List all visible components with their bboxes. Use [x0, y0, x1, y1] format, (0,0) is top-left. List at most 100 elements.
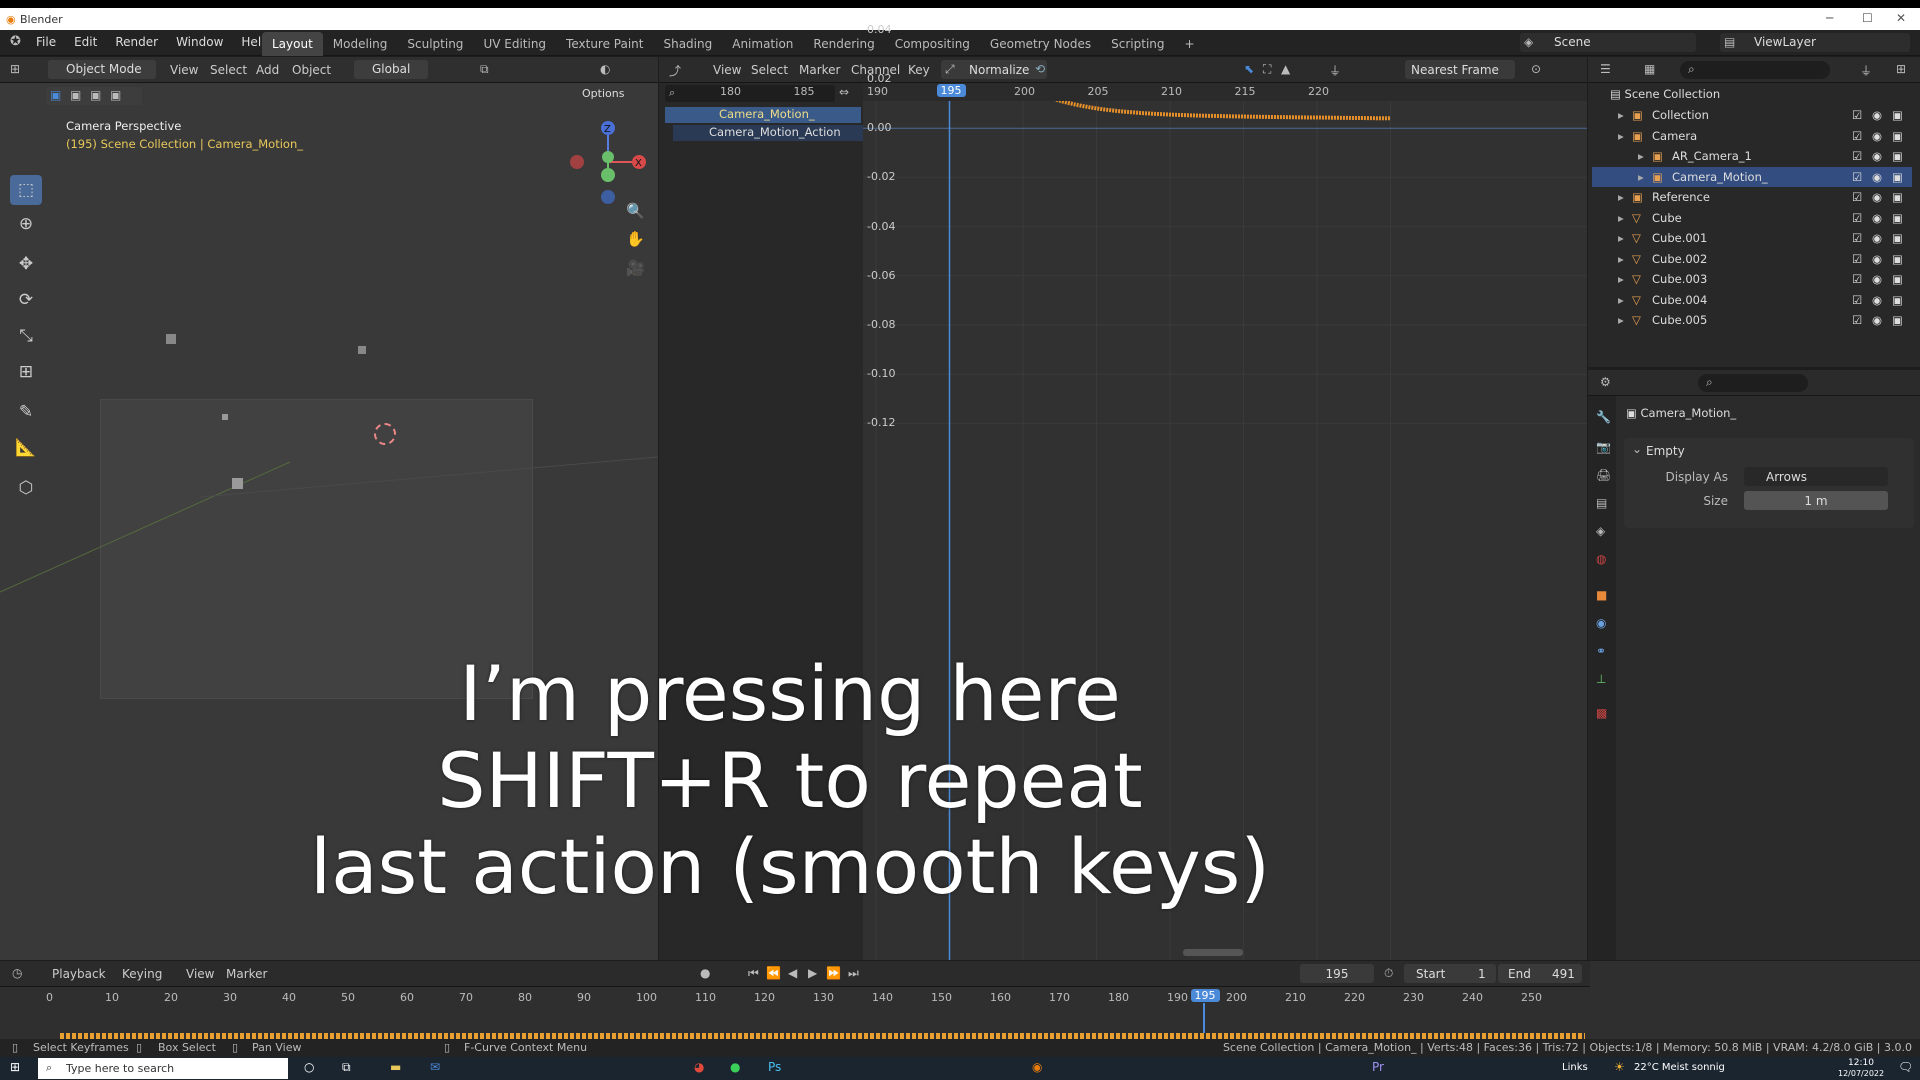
outliner-item[interactable]: ▸ ▽ Cube.001 ☑ ◉ ▣	[1592, 228, 1912, 248]
visibility-eye-icon[interactable]: ◉	[1872, 211, 1892, 225]
outliner-item[interactable]: ▸ ▽ Cube.004 ☑ ◉ ▣	[1592, 290, 1912, 310]
empty-panel-title[interactable]: Empty	[1646, 444, 1685, 458]
graph-menu-select[interactable]: Select	[751, 63, 788, 77]
clock-time[interactable]: 12:10	[1848, 1058, 1874, 1068]
outliner-type-icon[interactable]: ☰	[1600, 62, 1611, 76]
cortana-icon[interactable]: ○	[304, 1060, 314, 1074]
timeline-menu-marker[interactable]: Marker	[226, 967, 267, 981]
new-collection-icon[interactable]: ⊞	[1896, 62, 1906, 76]
outliner-search-input[interactable]: ⌕	[1680, 61, 1830, 79]
zoom-icon[interactable]: 🔍	[626, 202, 645, 220]
display-mode-icon[interactable]: ▦	[1644, 62, 1655, 76]
outliner-item[interactable]: ▸ ▽ Cube.005 ☑ ◉ ▣	[1592, 310, 1912, 330]
timeline-menu-view[interactable]: View	[186, 967, 214, 981]
visibility-eye-icon[interactable]: ◉	[1872, 129, 1892, 143]
jump-end-icon[interactable]: ⏭	[848, 966, 859, 981]
visibility-eye-icon[interactable]: ◉	[1872, 149, 1892, 163]
exclude-checkbox[interactable]: ☑	[1852, 252, 1872, 266]
exclude-checkbox[interactable]: ☑	[1852, 211, 1872, 225]
render-camera-icon[interactable]: ▣	[1892, 313, 1912, 327]
timeline-menu-keying[interactable]: Keying	[122, 967, 162, 981]
pivot-icon[interactable]: ⛶	[1263, 62, 1271, 77]
graph-editor-type-icon[interactable]: ⤴	[669, 62, 681, 79]
play-icon[interactable]: ▶	[808, 966, 817, 980]
transform-orientation-select[interactable]: Global	[354, 60, 428, 79]
timeline-menu-playback[interactable]: Playback	[52, 967, 106, 981]
outliner-item[interactable]: ▸ ▽ Cube.002 ☑ ◉ ▣	[1592, 249, 1912, 269]
tab-sculpting[interactable]: Sculpting	[397, 32, 473, 56]
size-field[interactable]: 1 m	[1744, 491, 1888, 510]
chrome-icon[interactable]: ◕	[694, 1060, 704, 1074]
render-camera-icon[interactable]: ▣	[1892, 211, 1912, 225]
file-explorer-icon[interactable]: ▬	[390, 1060, 401, 1074]
play-reverse-icon[interactable]: ◀	[788, 966, 797, 980]
exclude-checkbox[interactable]: ☑	[1852, 293, 1872, 307]
minimize-button[interactable]: ─	[1826, 11, 1833, 25]
start-frame-field[interactable]: Start 1	[1404, 964, 1496, 983]
display-as-select[interactable]: Arrows	[1744, 467, 1888, 486]
render-camera-icon[interactable]: ▣	[1892, 108, 1912, 122]
graph-menu-marker[interactable]: Marker	[799, 63, 840, 77]
world-tab-icon[interactable]: ◍	[1596, 552, 1606, 566]
outliner-item[interactable]: ▸ ▽ Cube.003 ☑ ◉ ▣	[1592, 269, 1912, 289]
cursor-select-icon[interactable]: ⬉	[1244, 62, 1254, 76]
visibility-eye-icon[interactable]: ◉	[1872, 252, 1892, 266]
outliner-item[interactable]: ▸ ▣ Camera ☑ ◉ ▣	[1592, 126, 1912, 146]
outliner-item[interactable]: ▸ ▣ Collection ☑ ◉ ▣	[1592, 105, 1912, 125]
timeline[interactable]: ◷ Playback Keying View Marker ● ⏮ ⏪ ◀ ▶ …	[0, 961, 1920, 1040]
view-layer-tab-icon[interactable]: ▤	[1596, 496, 1607, 510]
visibility-eye-icon[interactable]: ◉	[1872, 108, 1892, 122]
render-camera-icon[interactable]: ▣	[1892, 293, 1912, 307]
outlook-icon[interactable]: ✉	[430, 1060, 440, 1074]
weather-text[interactable]: 22°C Meist sonnig	[1634, 1062, 1725, 1073]
visibility-eye-icon[interactable]: ◉	[1872, 272, 1892, 286]
exclude-checkbox[interactable]: ☑	[1852, 313, 1872, 327]
current-frame-field[interactable]: 195	[1300, 964, 1374, 983]
scale-tool-icon[interactable]: ⤡	[10, 321, 42, 351]
tool-tab-icon[interactable]: 🔧	[1596, 410, 1611, 424]
menu-render[interactable]: Render	[115, 35, 158, 49]
current-frame-badge[interactable]: 195	[936, 84, 966, 97]
expand-arrow-icon[interactable]: ▸	[1638, 149, 1652, 163]
snap-mode-select[interactable]: Nearest Frame	[1405, 60, 1515, 79]
expand-arrow-icon[interactable]: ▸	[1618, 190, 1632, 204]
select-invert-icon[interactable]: ▣	[110, 88, 121, 102]
next-key-icon[interactable]: ⏩	[826, 966, 841, 980]
exclude-checkbox[interactable]: ☑	[1852, 231, 1872, 245]
notification-icon[interactable]: 🗨	[1898, 1060, 1913, 1074]
graph-menu-view[interactable]: View	[713, 63, 741, 77]
scene-tab-icon[interactable]: ◈	[1596, 524, 1605, 538]
tab-animation[interactable]: Animation	[722, 32, 803, 56]
jump-start-icon[interactable]: ⏮	[748, 966, 759, 981]
premiere-icon[interactable]: Pr	[1372, 1060, 1384, 1074]
select-extend-icon[interactable]: ▣	[70, 88, 81, 102]
constraints-tab-icon[interactable]: ⚭	[1596, 644, 1606, 658]
tab-compositing[interactable]: Compositing	[885, 32, 980, 56]
scene-selector[interactable]: ◈ Scene	[1520, 33, 1696, 52]
exclude-checkbox[interactable]: ☑	[1852, 190, 1872, 204]
visibility-eye-icon[interactable]: ◉	[1872, 231, 1892, 245]
render-camera-icon[interactable]: ▣	[1892, 190, 1912, 204]
texture-tab-icon[interactable]: ▩	[1596, 706, 1607, 720]
tab-texture-paint[interactable]: Texture Paint	[556, 32, 653, 56]
record-icon[interactable]: ●	[700, 966, 710, 980]
exclude-checkbox[interactable]: ☑	[1852, 129, 1872, 143]
menu-edit[interactable]: Edit	[74, 35, 97, 49]
prev-key-icon[interactable]: ⏪	[766, 966, 781, 980]
cube-object[interactable]	[166, 334, 176, 344]
select-tool-icon[interactable]: ⬚	[10, 175, 42, 205]
filter-icon[interactable]: ⏚	[1329, 62, 1341, 79]
exclude-checkbox[interactable]: ☑	[1852, 170, 1872, 184]
filter-icon[interactable]: ⏚	[1860, 62, 1872, 79]
preview-range-icon[interactable]: ⏱	[1384, 966, 1393, 981]
viewport-menu-object[interactable]: Object	[292, 63, 331, 77]
options-dropdown[interactable]: Options	[582, 87, 624, 100]
empty-arrows-object[interactable]	[374, 423, 396, 445]
outliner-item[interactable]: ▸ ▽ Cube ☑ ◉ ▣	[1592, 208, 1912, 228]
viewport-menu-select[interactable]: Select	[210, 63, 247, 77]
viewport-menu-view[interactable]: View	[170, 63, 198, 77]
outliner-item[interactable]: ▸ ▣ Reference ☑ ◉ ▣	[1592, 187, 1912, 207]
links-label[interactable]: Links	[1562, 1062, 1588, 1073]
expand-arrow-icon[interactable]: ▸	[1618, 108, 1632, 122]
expand-arrow-icon[interactable]: ▸	[1638, 170, 1652, 184]
